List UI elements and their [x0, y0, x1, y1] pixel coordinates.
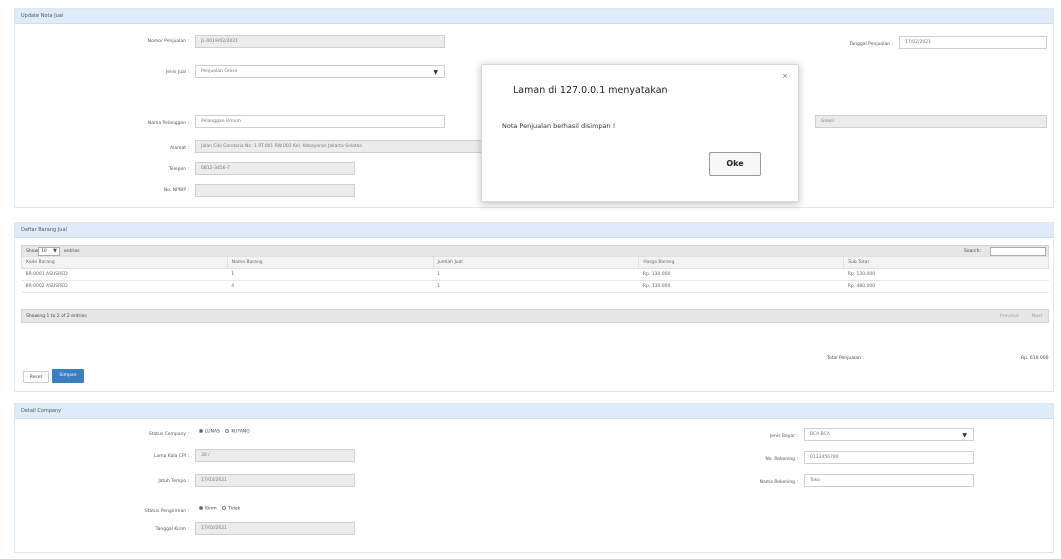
payment-type-select[interactable]: BCA BCA ▼	[804, 428, 974, 441]
lama-field[interactable]: 30 /	[195, 449, 355, 462]
cell: Rp. 130.000	[638, 268, 844, 281]
customer-field[interactable]: Pelanggan Umum	[195, 115, 445, 128]
page-size-value: 10	[41, 249, 47, 254]
address-field[interactable]: Jalan Ciki Gandaria No. 1 RT.001 RW.002 …	[195, 140, 485, 153]
company-panel: Detail Company Status Company : LUNAS KU…	[14, 403, 1054, 553]
previous-button[interactable]: Previous	[1000, 314, 1019, 319]
shipping-status-radios: Kirim Tidak	[195, 506, 240, 512]
due-date-field[interactable]: 17/03/2021	[195, 474, 355, 487]
payment-type-value: BCA BCA	[810, 432, 830, 437]
lama-label: Lama Kala CPI :	[153, 454, 189, 459]
panel-title: Daftar Barang Jual	[15, 223, 1053, 238]
col-header[interactable]: Kode Barang	[21, 256, 228, 269]
sales-number-field[interactable]: JL-0019/02/2021	[195, 35, 445, 48]
sale-type-value: Penjualan Grosir	[201, 69, 238, 74]
next-button[interactable]: Next	[1032, 314, 1042, 319]
chevron-down-icon: ▼	[962, 432, 967, 439]
chevron-down-icon: ▼	[433, 69, 438, 76]
radio-tidak[interactable]	[222, 506, 227, 510]
show-label: Show	[26, 249, 39, 254]
radio-kutang[interactable]	[225, 429, 230, 433]
npwp-field[interactable]	[195, 184, 355, 197]
panel-title: Update Nota Jual	[15, 9, 1053, 24]
table-header-row: Kode Barang Nama Barang Jumlah Jual Harg…	[21, 256, 1049, 269]
cell: Rp. 130.000	[638, 280, 844, 293]
search-input[interactable]	[990, 247, 1046, 256]
radio-kutang-label: KUTANG	[231, 429, 250, 435]
alert-dialog: × Laman di 127.0.0.1 menyatakan Nota Pen…	[481, 64, 799, 202]
customer-label: Nama Pelanggan :	[147, 121, 189, 126]
cell: Rp. 130.000	[843, 268, 1049, 281]
account-name-field[interactable]: Toko	[804, 474, 974, 487]
radio-kirim[interactable]	[199, 506, 203, 510]
due-date-label: Jatuh Tempo :	[158, 479, 189, 484]
col-header[interactable]: Nama Barang	[226, 256, 434, 269]
company-status-radios: LUNAS KUTANG	[195, 429, 250, 435]
col-header[interactable]: Harga Barang	[638, 256, 845, 269]
items-panel: Daftar Barang Jual Show 10 ▼ entries Sea…	[14, 222, 1054, 392]
shipping-status-label: Status Pengiriman :	[144, 509, 189, 514]
npwp-label: No. NPWP :	[163, 188, 189, 193]
cell: 4	[227, 280, 434, 293]
cell: 1	[433, 268, 639, 281]
total-value: Rp. 610.000	[1021, 356, 1049, 361]
sale-type-select[interactable]: Penjualan Grosir ▼	[195, 65, 445, 78]
page-size-select[interactable]: 10 ▼	[38, 247, 60, 256]
radio-lunas[interactable]	[199, 429, 203, 433]
search-label: Search:	[964, 249, 981, 254]
phone-label: Telepon :	[168, 167, 189, 172]
cell: BR-0002 ASUSRED	[21, 280, 228, 293]
table-footer: Showing 1 to 2 of 2 entries Previous Nex…	[21, 309, 1049, 323]
sale-type-label: Jenis Jual :	[165, 70, 189, 75]
table-info: Showing 1 to 2 of 2 entries	[26, 314, 87, 319]
radio-lunas-label: LUNAS	[205, 429, 220, 435]
cell: Rp. 480.000	[843, 280, 1049, 293]
items-table: Kode Barang Nama Barang Jumlah Jual Harg…	[21, 256, 1049, 293]
close-icon[interactable]: ×	[782, 72, 788, 80]
account-number-field[interactable]: 0123456789	[804, 451, 974, 464]
table-row[interactable]: BR-0002 ASUSRED 4 1 Rp. 130.000 Rp. 480.…	[21, 280, 1049, 293]
ship-date-field[interactable]: 17/02/2021	[195, 522, 355, 535]
total-label: Total Penjualan :	[827, 356, 864, 361]
chevron-down-icon: ▼	[53, 248, 57, 254]
address-label: Alamat :	[170, 146, 189, 151]
ok-button[interactable]: Oke	[709, 152, 761, 176]
ship-date-label: Tanggal Kirim :	[155, 527, 189, 532]
right-info-field[interactable]: Grosir	[815, 115, 1047, 128]
payment-type-label: Jenis Bayar :	[769, 434, 798, 439]
company-status-label: Status Company :	[148, 432, 189, 437]
cell: 1	[227, 268, 434, 281]
col-header[interactable]: Jumlah Jual	[432, 256, 640, 269]
dialog-title: Laman di 127.0.0.1 menyatakan	[513, 85, 668, 96]
cell: 1	[433, 280, 639, 293]
account-name-label: Nama Rekening :	[759, 480, 798, 485]
save-button[interactable]: Simpan	[52, 369, 84, 383]
sale-date-label: Tanggal Penjualan :	[849, 42, 893, 47]
account-number-label: No. Rekening :	[765, 457, 798, 462]
radio-kirim-label: Kirim	[205, 506, 217, 512]
sales-number-label: Nomor Penjualan :	[147, 39, 189, 44]
radio-tidak-label: Tidak	[228, 506, 241, 512]
reset-button[interactable]: Reset	[23, 371, 49, 383]
table-row[interactable]: BR-0001 ASUSRED 1 1 Rp. 130.000 Rp. 130.…	[21, 268, 1049, 281]
phone-field[interactable]: 0812-3456-7	[195, 162, 355, 175]
entries-label: entries	[64, 249, 80, 254]
panel-title: Detail Company	[15, 404, 1053, 419]
cell: BR-0001 ASUSRED	[21, 268, 228, 281]
dialog-message: Nota Penjualan berhasil disimpan !	[502, 122, 616, 130]
col-header[interactable]: Sub Total	[843, 256, 1049, 269]
sale-date-field[interactable]: 17/02/2021	[899, 36, 1047, 49]
